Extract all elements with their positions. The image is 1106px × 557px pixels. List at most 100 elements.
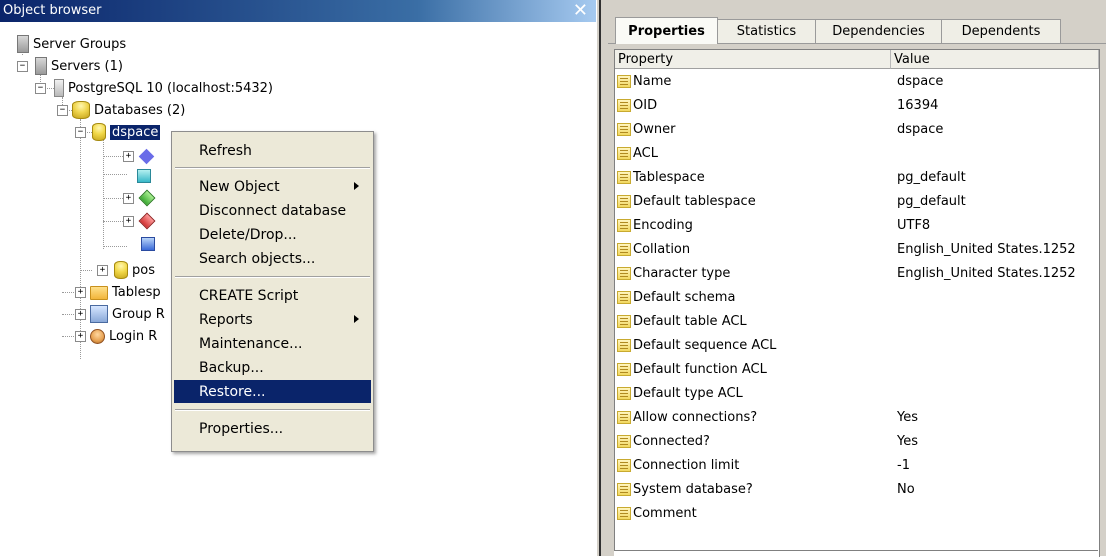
- property-name: Owner: [633, 122, 676, 137]
- expand-icon[interactable]: +: [123, 192, 134, 204]
- property-row[interactable]: Character type English_United States.1252: [615, 263, 1099, 287]
- menu-label: Maintenance...: [199, 335, 303, 352]
- property-row[interactable]: Connected? Yes: [615, 431, 1099, 455]
- tree-label-postgresql: PostgreSQL 10 (localhost:5432): [68, 80, 274, 96]
- menu-label: Reports: [199, 311, 253, 328]
- tree-node-server-groups[interactable]: Server Groups: [14, 33, 126, 55]
- property-row[interactable]: System database? No: [615, 479, 1099, 503]
- property-row[interactable]: Comment: [615, 503, 1099, 527]
- database-icon: [92, 123, 106, 141]
- close-icon[interactable]: ✕: [573, 0, 588, 22]
- menu-item-maintenance[interactable]: Maintenance...: [174, 332, 371, 355]
- properties-grid: Property Value Name dspace OID 16394 Owner ds…: [614, 49, 1100, 557]
- property-row[interactable]: Default tablespace pg_default: [615, 191, 1099, 215]
- menu-label: Properties...: [199, 420, 284, 437]
- tree-node-dspace[interactable]: − dspace: [75, 121, 161, 143]
- property-icon: [617, 75, 631, 88]
- tree-node-postgresql[interactable]: − PostgreSQL 10 (localhost:5432): [35, 77, 273, 99]
- property-name: Character type: [633, 266, 731, 281]
- property-row[interactable]: ACL: [615, 143, 1099, 167]
- tree-node-tablespaces[interactable]: + Tablesp: [75, 281, 161, 303]
- cast-icon: [138, 148, 155, 164]
- menu-separator: [175, 276, 370, 278]
- property-icon: [617, 435, 631, 448]
- collapse-icon[interactable]: −: [75, 126, 86, 138]
- property-name: Connection limit: [633, 458, 740, 473]
- tree-node-catalogs[interactable]: [137, 165, 155, 187]
- property-value: dspace: [897, 122, 944, 137]
- property-row[interactable]: Default schema: [615, 287, 1099, 311]
- tab-properties[interactable]: Properties: [615, 17, 718, 44]
- property-icon: [617, 219, 631, 232]
- column-header-property[interactable]: Property: [615, 50, 891, 69]
- menu-item-backup[interactable]: Backup...: [174, 356, 371, 379]
- property-value: English_United States.1252: [897, 242, 1076, 257]
- group-roles-icon: [90, 305, 108, 323]
- property-name: Default sequence ACL: [633, 338, 777, 353]
- menu-item-reports[interactable]: Reports: [174, 308, 371, 331]
- property-row[interactable]: Name dspace: [615, 71, 1099, 95]
- menu-item-search-objects[interactable]: Search objects...: [174, 247, 371, 270]
- expand-icon[interactable]: +: [75, 330, 86, 342]
- property-row[interactable]: Encoding UTF8: [615, 215, 1099, 239]
- expand-icon[interactable]: +: [75, 308, 86, 320]
- collapse-icon[interactable]: −: [35, 82, 46, 94]
- tree-node-schemas[interactable]: [141, 233, 159, 255]
- expand-icon[interactable]: +: [123, 215, 134, 227]
- tree-node-casts[interactable]: +: [123, 145, 156, 167]
- tab-bar: Properties Statistics Dependencies Depen…: [608, 0, 1106, 46]
- expand-icon[interactable]: +: [97, 264, 108, 276]
- property-name: Encoding: [633, 218, 693, 233]
- tab-dependencies[interactable]: Dependencies: [815, 19, 942, 43]
- tree-node-event-triggers[interactable]: +: [123, 187, 157, 209]
- menu-item-new-object[interactable]: New Object: [174, 175, 371, 198]
- tree-node-login-roles[interactable]: + Login R: [75, 325, 157, 347]
- tab-statistics[interactable]: Statistics: [717, 19, 816, 43]
- tree-node-extensions[interactable]: +: [123, 210, 157, 232]
- expand-icon[interactable]: +: [123, 150, 134, 162]
- property-icon: [617, 387, 631, 400]
- property-row[interactable]: Default sequence ACL: [615, 335, 1099, 359]
- property-row[interactable]: Default type ACL: [615, 383, 1099, 407]
- login-roles-icon: [90, 328, 105, 344]
- property-row[interactable]: Owner dspace: [615, 119, 1099, 143]
- tree-node-postgres-db[interactable]: + pos: [97, 259, 155, 281]
- collapse-icon[interactable]: −: [17, 60, 28, 72]
- property-value: dspace: [897, 74, 944, 89]
- expand-icon[interactable]: +: [75, 286, 86, 298]
- menu-item-refresh[interactable]: Refresh: [174, 139, 371, 162]
- menu-label: Delete/Drop...: [199, 226, 297, 243]
- database-server-icon: [54, 79, 64, 97]
- collapse-icon[interactable]: −: [57, 104, 68, 116]
- tree-node-databases[interactable]: − Databases (2): [57, 99, 185, 121]
- property-icon: [617, 315, 631, 328]
- databases-icon: [72, 101, 90, 119]
- property-row[interactable]: OID 16394: [615, 95, 1099, 119]
- tab-dependents[interactable]: Dependents: [941, 19, 1061, 43]
- property-row[interactable]: Connection limit -1: [615, 455, 1099, 479]
- object-browser-pane: Object browser ✕ Server Groups − Servers…: [0, 0, 596, 556]
- server-icon: [35, 57, 47, 75]
- property-value: pg_default: [897, 194, 966, 209]
- column-header-value[interactable]: Value: [891, 50, 1099, 69]
- property-row[interactable]: Collation English_United States.1252: [615, 239, 1099, 263]
- tree-label-postgres-db: pos: [132, 262, 155, 278]
- menu-item-restore[interactable]: Restore...: [174, 380, 371, 403]
- menu-item-properties[interactable]: Properties...: [174, 417, 371, 440]
- menu-label: New Object: [199, 178, 280, 195]
- submenu-arrow-icon: [354, 315, 359, 323]
- menu-item-delete-drop[interactable]: Delete/Drop...: [174, 223, 371, 246]
- property-name: Default tablespace: [633, 194, 756, 209]
- property-row[interactable]: Default table ACL: [615, 311, 1099, 335]
- menu-item-create-script[interactable]: CREATE Script: [174, 284, 371, 307]
- tree-node-group-roles[interactable]: + Group R: [75, 303, 165, 325]
- menu-item-disconnect-database[interactable]: Disconnect database: [174, 199, 371, 222]
- property-icon: [617, 147, 631, 160]
- property-row[interactable]: Default function ACL: [615, 359, 1099, 383]
- tree-node-servers[interactable]: − Servers (1): [17, 55, 123, 77]
- property-row[interactable]: Tablespace pg_default: [615, 167, 1099, 191]
- property-name: Default type ACL: [633, 386, 743, 401]
- property-name: Connected?: [633, 434, 710, 449]
- property-row[interactable]: Allow connections? Yes: [615, 407, 1099, 431]
- tablespaces-icon: [90, 286, 108, 300]
